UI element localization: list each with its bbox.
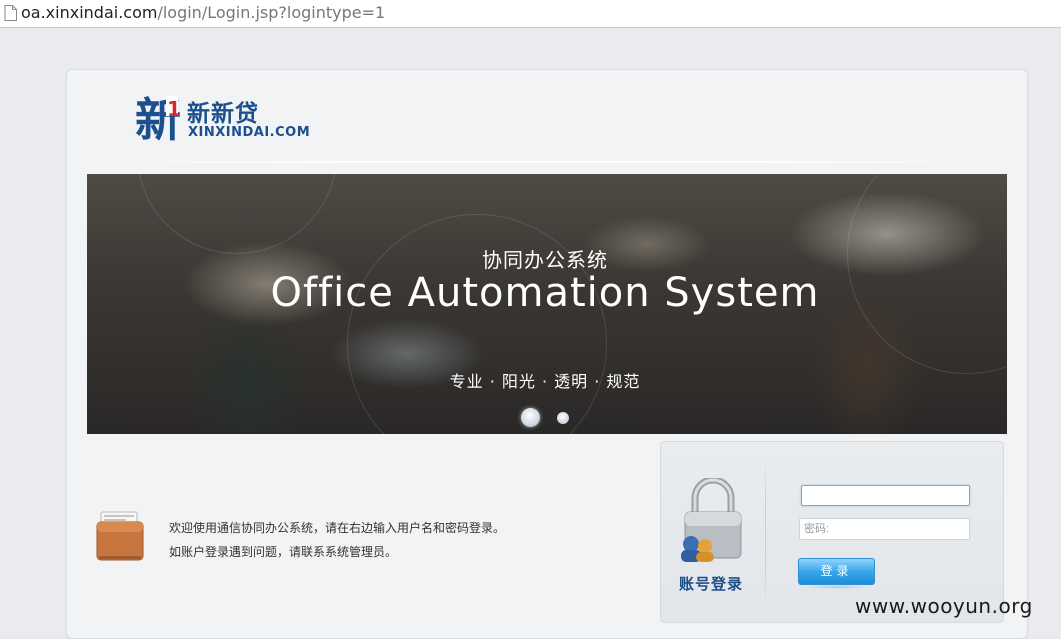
login-title: 账号登录 [678,575,743,593]
header-divider [89,161,1009,163]
browser-address-bar[interactable]: oa.xinxindai.com/login/Login.jsp?loginty… [0,0,1061,28]
welcome-text-line-2: 如账户登录遇到问题，请联系系统管理员。 [169,545,398,559]
url-path: /login/Login.jsp?logintype=1 [157,3,386,22]
banner-title-cn: 协同办公系统 [482,248,608,272]
slide-dot[interactable] [557,412,569,424]
svg-text:1: 1 [167,97,181,121]
logo-mark-icon: 新 1 [135,93,181,146]
welcome-text-line-1: 欢迎使用通信协同办公系统，请在右边输入用户名和密码登录。 [169,521,506,535]
briefcase-icon [96,511,144,561]
logo-en-name: XINXINDAI.COM [188,125,311,140]
url-host: oa.xinxindai.com [21,3,158,22]
slide-indicators [521,408,581,428]
page-viewport: 新 1 新新贷 XINXINDAI.COM 协同办公系统 Office Auto… [0,29,1061,639]
login-card: 新 1 新新贷 XINXINDAI.COM 协同办公系统 Office Auto… [66,69,1028,639]
slide-dot-active[interactable] [521,408,540,427]
password-input[interactable] [799,518,970,540]
url-text[interactable]: oa.xinxindai.com/login/Login.jsp?loginty… [21,3,385,22]
page-icon [4,5,17,21]
login-divider [765,458,766,608]
company-logo[interactable]: 新 1 新新贷 XINXINDAI.COM [135,92,335,148]
username-input[interactable] [801,485,970,506]
watermark-text: www.wooyun.org [855,594,1033,618]
lock-users-icon [681,478,742,562]
banner-deco-circle [137,174,337,254]
banner-slogan: 专业 · 阳光 · 透明 · 规范 [449,372,641,391]
banner-title-en: Office Automation System [270,270,820,316]
logo-cn-name: 新新贷 [187,101,259,127]
login-button[interactable]: 登录 [798,558,875,585]
banner-slider[interactable]: 协同办公系统 Office Automation System 专业 · 阳光 … [87,174,1007,434]
login-button-shadow [802,585,872,589]
